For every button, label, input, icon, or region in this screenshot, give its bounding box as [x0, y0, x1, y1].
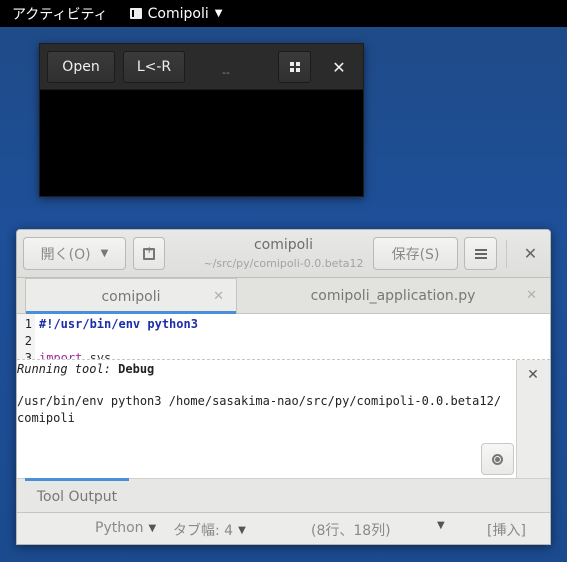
chevron-down-icon: ▼: [437, 520, 445, 531]
language-selector[interactable]: Python ▼: [95, 520, 156, 536]
position-dropdown[interactable]: ▼: [437, 520, 445, 531]
running-tool-label: Running tool:: [17, 362, 111, 376]
insert-mode-label: [挿入]: [487, 523, 526, 539]
close-icon[interactable]: ✕: [323, 51, 355, 83]
code-line: 3 import sys: [17, 349, 112, 360]
viewer-title: --: [222, 66, 230, 79]
close-icon[interactable]: ✕: [213, 289, 224, 304]
tab-width-label: タブ幅: 4: [173, 523, 234, 539]
direction-toggle-button[interactable]: L<-R: [123, 50, 185, 83]
menu-button[interactable]: [464, 237, 497, 270]
code-rest: sys: [82, 350, 112, 360]
grid-view-button[interactable]: [278, 51, 311, 83]
top-bar: アクティビティ Comipoli ▼: [0, 0, 567, 27]
stop-tool-button[interactable]: [481, 443, 514, 475]
gedit-window: 開く(O) ▼ comipoli ~/src/py/comipoli-0.0.b…: [16, 229, 551, 545]
chevron-down-icon: ▼: [148, 522, 157, 534]
insert-mode[interactable]: [挿入]: [487, 520, 526, 540]
command-line: /usr/bin/env python3 /home/sasakima-nao/…: [17, 394, 502, 408]
app-menu-label: Comipoli: [147, 5, 209, 22]
tab-label: comipoli: [101, 288, 161, 305]
panel-tabs: Tool Output: [17, 478, 550, 514]
line-number: 2: [24, 333, 32, 348]
keyword: import: [39, 350, 83, 360]
tab-comipoli[interactable]: comipoli ✕: [25, 278, 237, 314]
line-number: 3: [24, 350, 32, 360]
tool-output-panel: Running tool: Debug /usr/bin/env python3…: [17, 360, 550, 478]
code-editor[interactable]: 1 #!/usr/bin/env python3 2 3 import sys: [17, 314, 550, 360]
gedit-header-bar: 開く(O) ▼ comipoli ~/src/py/comipoli-0.0.b…: [17, 230, 550, 278]
stop-icon: [492, 453, 503, 465]
document-tabs: comipoli ✕ comipoli_application.py ✕: [17, 278, 550, 314]
viewer-header-bar: Open L<-R -- ✕: [40, 44, 363, 90]
open-button[interactable]: Open: [47, 50, 115, 83]
close-icon[interactable]: ✕: [514, 237, 547, 270]
cursor-position-label: (8行、18列): [311, 523, 391, 539]
app-menu[interactable]: Comipoli ▼: [129, 5, 223, 22]
grid-icon: [289, 62, 300, 72]
save-button[interactable]: 保存(S): [373, 237, 458, 270]
app-icon: [129, 8, 142, 19]
line-number: 1: [24, 316, 32, 331]
tab-comipoli-application[interactable]: comipoli_application.py ✕: [237, 278, 549, 314]
tab-width-selector[interactable]: タブ幅: 4 ▼: [173, 520, 246, 540]
header-separator: [506, 240, 507, 268]
language-label: Python: [95, 520, 144, 536]
close-icon[interactable]: ✕: [526, 288, 537, 303]
command-line-cont: comipoli: [17, 411, 75, 425]
activities-button[interactable]: アクティビティ: [0, 4, 108, 24]
cursor-position[interactable]: (8行、18列): [311, 520, 391, 540]
chevron-down-icon: ▼: [238, 524, 246, 536]
comipoli-viewer-window: Open L<-R -- ✕: [39, 43, 364, 197]
chevron-down-icon: ▼: [214, 8, 223, 19]
code-text: import sys: [35, 350, 112, 360]
tab-label: comipoli_application.py: [310, 288, 476, 304]
panel-side-bar: ✕: [516, 360, 550, 478]
hamburger-icon: [474, 248, 487, 259]
code-text: #!/usr/bin/env python3: [39, 316, 198, 331]
running-tool-line: Running tool: Debug: [17, 362, 154, 376]
running-tool-name: Debug: [118, 362, 155, 376]
tab-tool-output[interactable]: Tool Output: [25, 478, 129, 514]
close-icon[interactable]: ✕: [525, 367, 541, 383]
code-line: 2: [17, 332, 39, 349]
code-line: 1 #!/usr/bin/env python3: [17, 315, 198, 332]
status-bar: Python ▼ タブ幅: 4 ▼ (8行、18列) ▼ [挿入]: [17, 512, 550, 544]
